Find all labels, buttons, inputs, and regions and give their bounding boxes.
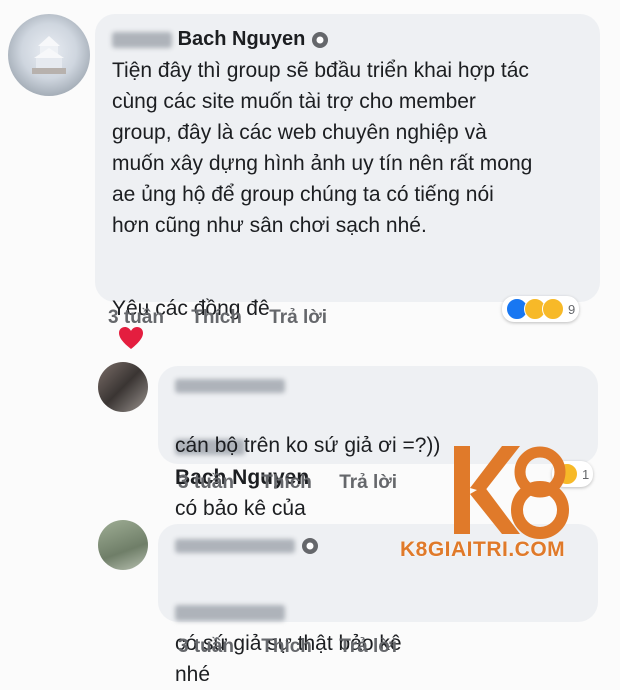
reaction-summary[interactable]: 9: [502, 296, 580, 322]
redacted-name: [175, 378, 285, 393]
watermark-site: K8GIAITRI.COM: [400, 538, 566, 561]
avatar[interactable]: [8, 14, 90, 96]
like-button[interactable]: Thích: [261, 472, 312, 493]
comment-text-line: cán bộ trên ko sứ giả ơi =?)): [175, 434, 441, 457]
heart-icon: [119, 327, 143, 349]
author-name[interactable]: Bach Nguyen: [178, 28, 306, 50]
avatar[interactable]: [98, 362, 148, 412]
comment-author[interactable]: [175, 534, 319, 557]
redacted-name: [112, 31, 172, 48]
comment-text: Bach Nguyen có bảo kê của: [175, 400, 309, 524]
timestamp[interactable]: 3 tuần: [178, 472, 234, 493]
comment-author[interactable]: Bach Nguyen: [112, 28, 329, 51]
reaction-count: 1: [582, 466, 590, 482]
timestamp[interactable]: 3 tuần: [178, 636, 234, 657]
redacted-name: [175, 538, 295, 553]
redacted-name: [175, 605, 285, 622]
like-button[interactable]: Thích: [261, 636, 312, 657]
avatar[interactable]: [98, 520, 148, 570]
comment-actions: 3 tuần Thích Trả lời: [178, 636, 419, 658]
comment-text: có sứ giả sự thật bảo kê nhé: [175, 566, 585, 690]
k8-logo: [454, 446, 569, 539]
comment-text-part: có bảo kê của: [175, 497, 306, 520]
comment-actions: 3 tuần Thích Trả lời: [178, 472, 419, 494]
reply-button[interactable]: Trả lời: [339, 472, 397, 493]
castle-image: [32, 36, 66, 74]
like-button[interactable]: Thích: [191, 307, 242, 328]
comment-actions: 3 tuần Thích Trả lời: [108, 307, 349, 329]
top-fan-badge-icon: [301, 537, 318, 554]
sad-reaction-icon: [542, 298, 564, 320]
reply-button[interactable]: Trả lời: [269, 307, 327, 328]
reply-button[interactable]: Trả lời: [339, 636, 397, 657]
comment-text: Tiện đây thì group sẽ bđầu triển khai hợ…: [112, 59, 533, 237]
reaction-count: 9: [568, 301, 576, 317]
top-fan-badge-icon: [311, 31, 328, 48]
comment-author[interactable]: [175, 374, 285, 397]
timestamp[interactable]: 3 tuần: [108, 307, 164, 328]
